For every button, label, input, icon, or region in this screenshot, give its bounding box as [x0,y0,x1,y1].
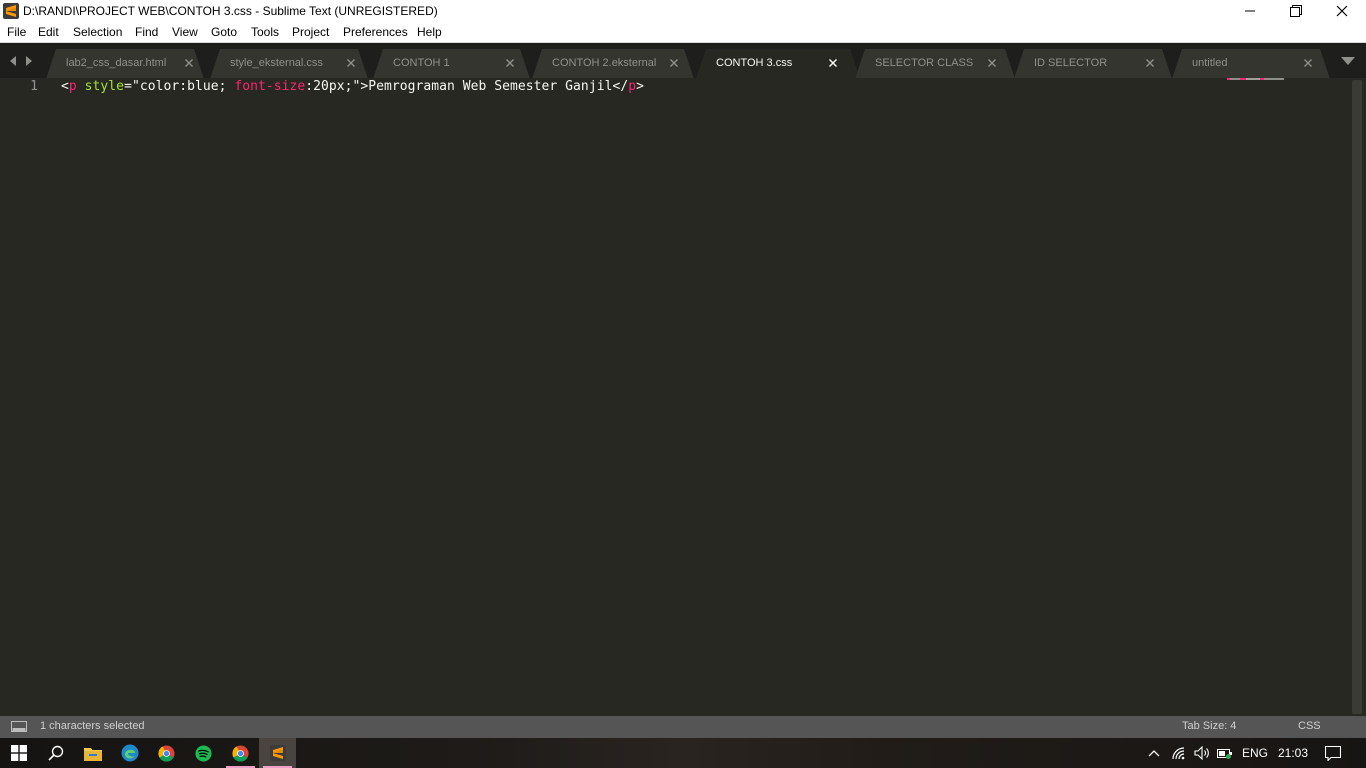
search-icon [47,745,63,761]
tab-label: CONTOH 2.eksternal [552,57,657,69]
close-icon[interactable] [184,58,194,68]
close-icon [1336,5,1348,17]
tab-untitled[interactable]: untitled [1172,49,1330,79]
show-hidden-icons-button[interactable] [1143,738,1165,768]
battery-icon [1217,749,1232,759]
notifications-button[interactable] [1320,738,1346,768]
menu-goto[interactable]: Goto [211,25,237,39]
language-label: ENG [1241,746,1268,760]
tab-label: lab2_css_dasar.html [66,57,167,69]
menu-project[interactable]: Project [292,25,329,39]
status-bar: 1 characters selected Tab Size: 4 CSS [0,716,1366,738]
code-token-property: font-size [234,79,306,94]
code-token-text: >Pemrograman Web Semester Ganjil</ [360,79,629,94]
tab-label: ID SELECTOR [1034,57,1108,69]
tab-label: CONTOH 3.css [716,57,793,69]
sublime-text-icon [269,745,286,761]
close-icon[interactable] [987,58,997,68]
minimap[interactable] [1227,78,1295,81]
tab-id-selector[interactable]: ID SELECTOR [1014,49,1172,79]
menu-file[interactable]: File [7,25,26,39]
file-explorer-icon [83,747,102,761]
tab-contoh-2-eksternal[interactable]: CONTOH 2.eksternal [532,49,694,79]
close-icon[interactable] [1145,58,1155,68]
taskbar-sublime-text[interactable] [259,738,296,768]
maximize-icon [1290,5,1302,17]
menu-preferences[interactable]: Preferences [343,25,408,39]
close-icon[interactable] [505,58,515,68]
close-icon[interactable] [828,58,838,68]
taskbar-file-explorer[interactable] [74,738,111,768]
line-number: 1 [30,79,38,94]
volume-button[interactable] [1191,738,1213,768]
network-button[interactable] [1168,738,1190,768]
code-line[interactable]: <p style="color:blue; font-size:20px;">P… [61,79,644,94]
sublime-text-icon [3,3,19,19]
minimize-icon [1245,10,1255,12]
syntax-status[interactable]: CSS [1298,720,1321,732]
tab-label: SELECTOR CLASS [875,57,974,69]
clock[interactable]: 21:03 [1274,738,1312,768]
code-token: > [636,79,644,94]
menu-help[interactable]: Help [417,25,442,39]
wifi-icon [1172,747,1185,760]
spotify-icon [195,744,212,762]
code-token-tag: p [68,79,77,94]
chrome-profile-icon [232,744,249,762]
tab-contoh-1[interactable]: CONTOH 1 [373,49,530,79]
menu-edit[interactable]: Edit [38,25,59,39]
tab-size-status[interactable]: Tab Size: 4 [1182,720,1236,732]
close-button[interactable] [1319,0,1365,22]
title-bar: D:\RANDI\PROJECT WEB\CONTOH 3.css - Subl… [0,0,1366,22]
menu-bar: File Edit Selection Find View Goto Tools… [0,22,1366,42]
speaker-icon [1194,746,1209,760]
vertical-scrollbar[interactable] [1352,80,1362,714]
taskbar-chrome[interactable] [148,738,185,768]
window-title: D:\RANDI\PROJECT WEB\CONTOH 3.css - Subl… [23,4,438,18]
tab-lab2-css-dasar[interactable]: lab2_css_dasar.html [46,49,204,79]
language-indicator[interactable]: ENG [1238,738,1272,768]
tab-selector-class[interactable]: SELECTOR CLASS [855,49,1015,79]
tab-style-eksternal[interactable]: style_eksternal.css [210,49,368,79]
close-icon[interactable] [1303,58,1313,68]
edge-icon [121,744,138,762]
tab-label: untitled [1192,57,1228,69]
selection-status: 1 characters selected [40,720,145,732]
chrome-icon [158,744,175,762]
code-token-attribute: style [84,79,125,94]
start-button[interactable] [0,738,37,768]
notification-icon [1325,745,1341,761]
windows-start-icon [10,745,27,761]
tab-contoh-3-css[interactable]: CONTOH 3.css [696,49,860,79]
close-icon[interactable] [669,58,679,68]
minimize-button[interactable] [1227,0,1273,22]
code-token: = [124,79,132,94]
menu-view[interactable]: View [172,25,198,39]
code-token-string: "color:blue; [131,79,235,94]
code-token-tag: p [628,79,637,94]
taskbar-spotify[interactable] [185,738,222,768]
taskbar-search[interactable] [37,738,74,768]
code-token: < [61,79,69,94]
tab-label: style_eksternal.css [230,57,323,69]
close-icon[interactable] [346,58,356,68]
taskbar-chrome-profile[interactable] [222,738,259,768]
menu-tools[interactable]: Tools [251,25,279,39]
tab-label: CONTOH 1 [393,57,450,69]
clock-time: 21:03 [1277,746,1309,760]
chevron-down-icon[interactable] [1338,55,1358,67]
maximize-button[interactable] [1273,0,1319,22]
editor-area[interactable]: 1 <p style="color:blue; font-size:20px;"… [0,78,1366,716]
taskbar: ENG 21:03 [0,738,1366,768]
code-token-string: :20px;" [305,79,361,94]
panel-toggle-icon[interactable] [11,721,27,732]
chevron-up-icon [1148,750,1160,757]
tab-bar: lab2_css_dasar.html style_eksternal.css … [0,42,1366,79]
tab-navigation-arrows-icon[interactable] [8,55,36,67]
menu-find[interactable]: Find [135,25,158,39]
battery-button[interactable] [1214,738,1236,768]
taskbar-edge[interactable] [111,738,148,768]
menu-selection[interactable]: Selection [73,25,122,39]
